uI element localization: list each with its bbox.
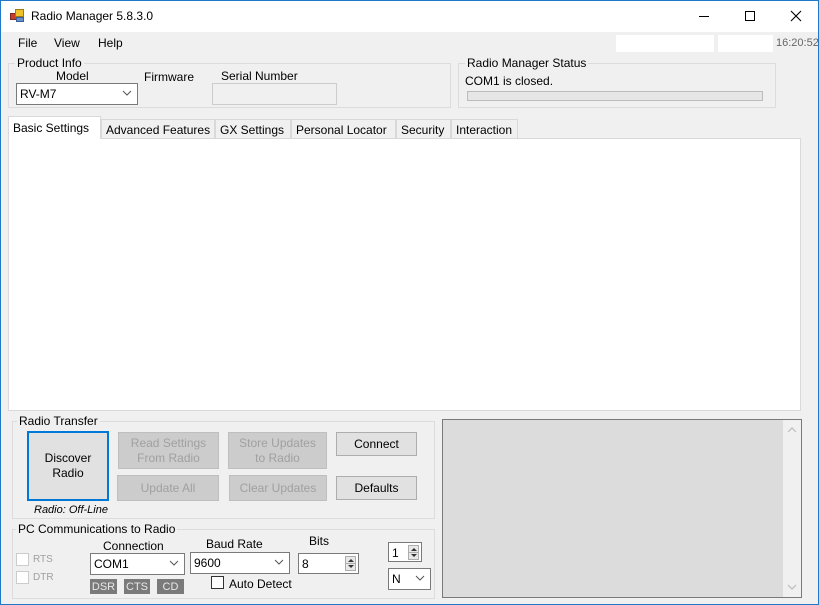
dtr-label: DTR <box>33 572 54 583</box>
product-info-label: Product Info <box>15 56 84 70</box>
store-updates-button[interactable]: Store Updates to Radio <box>228 432 327 469</box>
spinner-arrows-icon[interactable] <box>345 556 356 571</box>
scroll-down-icon[interactable] <box>787 582 797 592</box>
parity-value: N <box>392 572 401 586</box>
menu-file[interactable]: File <box>18 36 37 50</box>
auto-detect-checkbox[interactable] <box>211 576 224 589</box>
tab-security[interactable]: Security <box>396 119 451 139</box>
radio-transfer-label: Radio Transfer <box>17 414 100 428</box>
connection-value: COM1 <box>94 557 129 571</box>
model-select[interactable]: RV-M7 <box>16 83 138 105</box>
tab-advanced-features[interactable]: Advanced Features <box>101 119 215 139</box>
read-settings-label-1: Read Settings <box>130 435 207 450</box>
menu-help[interactable]: Help <box>98 36 123 50</box>
auto-detect-label: Auto Detect <box>229 577 292 591</box>
model-value: RV-M7 <box>20 87 57 101</box>
store-updates-label-2: to Radio <box>255 450 300 465</box>
clock: 16:20:52 <box>776 37 819 49</box>
tab-personal-locator[interactable]: Personal Locator <box>291 119 396 139</box>
minimize-icon <box>699 15 709 17</box>
update-all-button[interactable]: Update All <box>117 475 219 501</box>
dtr-checkbox[interactable] <box>16 571 29 584</box>
bits-spinner[interactable]: 8 <box>298 553 359 574</box>
discover-radio-label-1: Discover <box>44 451 92 465</box>
maximize-button[interactable] <box>727 1 773 31</box>
radio-status-text: Radio: Off-Line <box>34 504 108 516</box>
log-textbox[interactable] <box>442 419 802 598</box>
store-updates-label-1: Store Updates <box>239 435 316 450</box>
spinner-arrows-icon[interactable] <box>408 545 419 560</box>
parity-select[interactable]: N <box>388 568 431 590</box>
baud-rate-select[interactable]: 9600 <box>190 552 290 574</box>
window-title: Radio Manager 5.8.3.0 <box>31 9 154 23</box>
model-label: Model <box>56 69 89 83</box>
baud-rate-value: 9600 <box>194 556 221 570</box>
connection-select[interactable]: COM1 <box>90 553 185 575</box>
close-icon <box>790 10 802 22</box>
tab-basic-settings[interactable]: Basic Settings <box>8 116 101 139</box>
bits-label: Bits <box>309 534 330 548</box>
discover-radio-button[interactable]: Discover Radio <box>27 431 109 501</box>
dsr-indicator: DSR <box>90 579 117 594</box>
menu-view[interactable]: View <box>54 36 80 50</box>
chevron-down-icon <box>415 575 425 581</box>
maximize-icon <box>745 11 755 21</box>
tab-gx-settings[interactable]: GX Settings <box>215 119 291 139</box>
app-icon <box>10 9 24 23</box>
tab-interaction[interactable]: Interaction <box>451 119 518 139</box>
defaults-button[interactable]: Defaults <box>336 476 417 500</box>
minimize-button[interactable] <box>681 1 727 31</box>
serial-number-field <box>212 83 337 105</box>
firmware-label: Firmware <box>144 70 194 84</box>
menu-status-field-2 <box>718 35 773 52</box>
cd-indicator: CD <box>157 579 184 594</box>
clear-updates-button[interactable]: Clear Updates <box>229 475 327 501</box>
status-group-label: Radio Manager Status <box>465 56 589 70</box>
status-progress-bar <box>467 91 763 101</box>
serial-number-label: Serial Number <box>221 69 298 83</box>
chevron-down-icon <box>274 559 284 565</box>
read-settings-button[interactable]: Read Settings From Radio <box>118 432 219 469</box>
chevron-down-icon <box>169 560 179 566</box>
app-window: Radio Manager 5.8.3.0 File View Help 16:… <box>0 0 819 605</box>
close-button[interactable] <box>773 1 819 31</box>
log-scrollbar[interactable] <box>783 420 801 597</box>
connection-label: Connection <box>103 539 164 553</box>
title-bar: Radio Manager 5.8.3.0 <box>1 1 818 32</box>
rts-label: RTS <box>33 554 53 565</box>
chevron-down-icon <box>122 90 132 96</box>
discover-radio-label-2: Radio <box>52 466 84 480</box>
read-settings-label-2: From Radio <box>137 450 200 465</box>
rts-checkbox[interactable] <box>16 553 29 566</box>
menu-status-field <box>616 35 714 52</box>
tab-panel-basic-settings <box>8 138 801 411</box>
status-message: COM1 is closed. <box>465 74 554 88</box>
connect-button[interactable]: Connect <box>336 432 417 456</box>
scroll-up-icon[interactable] <box>787 425 797 435</box>
pc-comm-label: PC Communications to Radio <box>16 522 178 536</box>
baud-rate-label: Baud Rate <box>206 537 263 551</box>
stop-bits-spinner[interactable]: 1 <box>388 542 422 562</box>
cts-indicator: CTS <box>124 579 150 594</box>
bits-value: 8 <box>302 557 309 571</box>
stop-bits-value: 1 <box>392 546 399 560</box>
